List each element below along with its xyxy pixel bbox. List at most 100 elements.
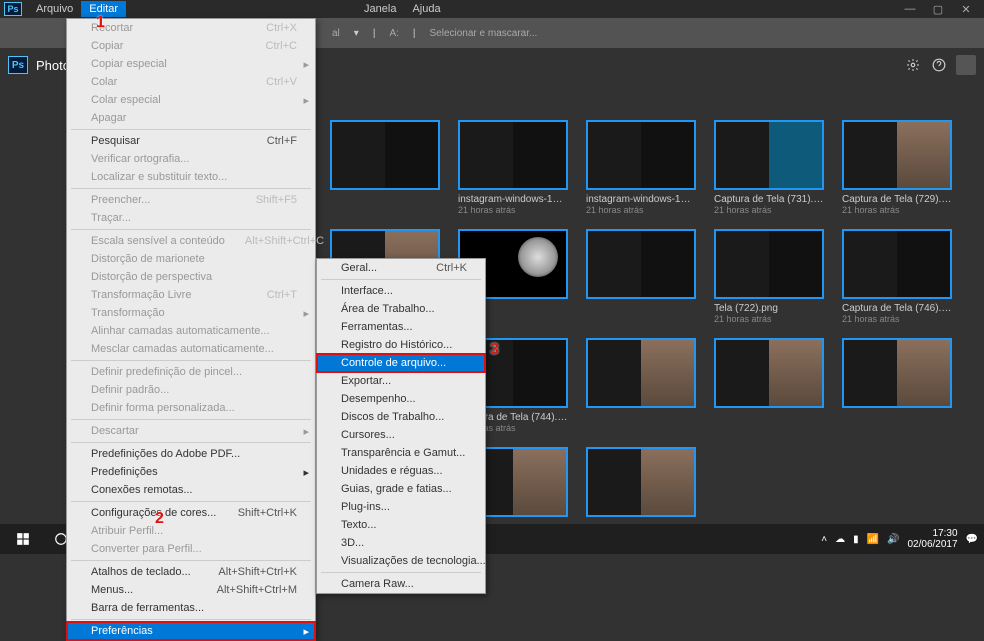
file-thumbnail <box>842 120 952 190</box>
prefs-menu-item[interactable]: Texto... <box>317 516 485 534</box>
chevron-down-icon[interactable]: ▾ <box>354 28 359 39</box>
edit-menu-item: Localizar e substituir texto... <box>67 168 315 186</box>
menu-separator <box>71 360 311 361</box>
edit-menu-item[interactable]: Barra de ferramentas... <box>67 599 315 617</box>
file-card[interactable]: instagram-windows-10-pc-vi...21 horas at… <box>458 120 568 215</box>
menu-item-label: Registro do Histórico... <box>341 339 452 351</box>
edit-menu-item: Atribuir Perfil... <box>67 522 315 540</box>
battery-icon[interactable]: ▮ <box>853 534 859 545</box>
prefs-menu-item[interactable]: Registro do Histórico... <box>317 336 485 354</box>
menu-shortcut: Ctrl+K <box>416 262 467 274</box>
edit-menu-item[interactable]: PesquisarCtrl+F <box>67 132 315 150</box>
edit-menu-item[interactable]: Atalhos de teclado...Alt+Shift+Ctrl+K <box>67 563 315 581</box>
edit-menu-item[interactable]: Menus...Alt+Shift+Ctrl+M <box>67 581 315 599</box>
menu-item-label: Desempenho... <box>341 393 416 405</box>
maximize-icon[interactable]: ▢ <box>924 1 952 17</box>
file-time: 21 horas atrás <box>714 314 824 324</box>
avatar[interactable] <box>956 55 976 75</box>
menu-separator <box>321 279 481 280</box>
prefs-menu-item[interactable]: Desempenho... <box>317 390 485 408</box>
menu-item-label: 3D... <box>341 537 364 549</box>
prefs-menu-item[interactable]: 3D... <box>317 534 485 552</box>
help-icon[interactable] <box>930 56 948 74</box>
menu-separator <box>71 560 311 561</box>
prefs-menu-item[interactable]: Cursores... <box>317 426 485 444</box>
notifications-icon[interactable]: 💬 <box>966 534 978 545</box>
close-icon[interactable]: ✕ <box>952 1 980 17</box>
menu-item-label: Visualizações de tecnologia... <box>341 555 486 567</box>
file-card[interactable]: Captura de Tela (746).png21 horas atrás <box>842 229 952 324</box>
edit-menu-item: Converter para Perfil... <box>67 540 315 558</box>
edit-menu-item[interactable]: Configurações de cores...Shift+Ctrl+K <box>67 504 315 522</box>
onedrive-icon[interactable]: ☁ <box>835 534 845 545</box>
prefs-menu-item[interactable]: Ferramentas... <box>317 318 485 336</box>
menu-shortcut: Ctrl+C <box>246 40 297 52</box>
menu-item-label: Preferências <box>91 625 153 637</box>
menu-item-label: Converter para Perfil... <box>91 543 202 555</box>
menu-shortcut: Ctrl+T <box>247 289 297 301</box>
prefs-menu-item[interactable]: Geral...Ctrl+K <box>317 259 485 277</box>
menu-item-label: Camera Raw... <box>341 578 414 590</box>
edit-dropdown: RecortarCtrl+XCopiarCtrl+CCopiar especia… <box>66 18 316 641</box>
edit-menu-item[interactable]: Preferências▸ <box>67 622 315 640</box>
volume-icon[interactable]: 🔊 <box>887 534 899 545</box>
menu-shortcut: Ctrl+V <box>246 76 297 88</box>
prefs-menu-item[interactable]: Unidades e réguas... <box>317 462 485 480</box>
edit-menu-item[interactable]: Predefinições▸ <box>67 463 315 481</box>
edit-menu-item: Definir forma personalizada... <box>67 399 315 417</box>
file-card[interactable]: Tela (722).png21 horas atrás <box>714 229 824 324</box>
gear-icon[interactable] <box>904 56 922 74</box>
file-card[interactable]: Captura de Tela (731).png21 horas atrás <box>714 120 824 215</box>
menu-item-label: Descartar <box>91 425 139 437</box>
menu-item-label: Distorção de perspectiva <box>91 271 212 283</box>
menu-janela[interactable]: Janela <box>356 1 404 17</box>
file-thumbnail <box>330 120 440 190</box>
ps-logo-icon: Ps <box>4 2 22 16</box>
menu-item-label: Definir forma personalizada... <box>91 402 235 414</box>
ps-doc-icon: Ps <box>8 56 28 74</box>
edit-menu-item: CopiarCtrl+C <box>67 37 315 55</box>
prefs-menu-item[interactable]: Plug-ins... <box>317 498 485 516</box>
menu-separator <box>71 129 311 130</box>
file-card[interactable] <box>586 229 696 324</box>
menu-ajuda[interactable]: Ajuda <box>404 1 448 17</box>
file-card[interactable] <box>714 338 824 433</box>
menu-item-label: Verificar ortografia... <box>91 153 189 165</box>
prefs-menu-item[interactable]: Discos de Trabalho... <box>317 408 485 426</box>
prefs-menu-item[interactable]: Exportar... <box>317 372 485 390</box>
prefs-menu-item[interactable]: Camera Raw... <box>317 575 485 593</box>
file-card[interactable]: Captura de Tela (729).png21 horas atrás <box>842 120 952 215</box>
network-icon[interactable]: 📶 <box>867 534 879 545</box>
select-mask-button[interactable]: Selecionar e mascarar... <box>430 28 538 39</box>
menu-item-label: Interface... <box>341 285 393 297</box>
file-card[interactable] <box>842 338 952 433</box>
edit-menu-item[interactable]: Conexões remotas... <box>67 481 315 499</box>
edit-menu-item: Traçar... <box>67 209 315 227</box>
file-card[interactable] <box>586 338 696 433</box>
minimize-icon[interactable]: — <box>896 1 924 17</box>
file-name: Captura de Tela (729).png <box>842 194 952 205</box>
prefs-menu-item[interactable]: Área de Trabalho... <box>317 300 485 318</box>
edit-menu-item: Descartar▸ <box>67 422 315 440</box>
annotation-1: 1 <box>96 14 105 32</box>
file-card[interactable] <box>330 120 440 215</box>
clock[interactable]: 17:30 02/06/2017 <box>907 528 957 550</box>
tray-up-icon[interactable]: ˄ <box>821 534 827 545</box>
menu-shortcut: Shift+F5 <box>236 194 297 206</box>
menu-item-label: Controle de arquivo... <box>341 357 446 369</box>
prefs-menu-item[interactable]: Transparência e Gamut... <box>317 444 485 462</box>
file-card[interactable] <box>586 447 696 521</box>
menu-item-label: Apagar <box>91 112 126 124</box>
menu-separator <box>71 419 311 420</box>
start-icon[interactable] <box>6 527 40 551</box>
menu-item-label: Traçar... <box>91 212 131 224</box>
file-card[interactable]: instagram-windows-10-pc-vi...21 horas at… <box>586 120 696 215</box>
prefs-menu-item[interactable]: Interface... <box>317 282 485 300</box>
edit-menu-item[interactable]: Predefinições do Adobe PDF... <box>67 445 315 463</box>
prefs-menu-item[interactable]: Guias, grade e fatias... <box>317 480 485 498</box>
menu-arquivo[interactable]: Arquivo <box>28 1 81 17</box>
prefs-menu-item[interactable]: Controle de arquivo... <box>317 354 485 372</box>
menu-item-label: Pesquisar <box>91 135 140 147</box>
prefs-menu-item[interactable]: Visualizações de tecnologia... <box>317 552 485 570</box>
file-name: Captura de Tela (746).png <box>842 303 952 314</box>
